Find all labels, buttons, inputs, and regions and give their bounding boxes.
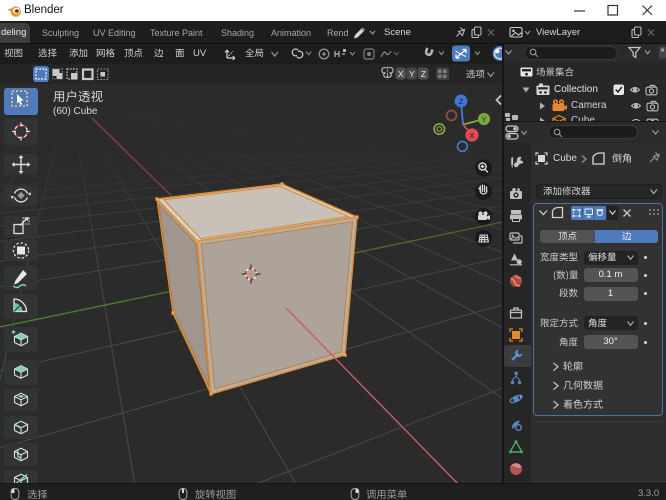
svg-text:Y: Y (409, 69, 415, 79)
svg-text:Y: Y (481, 115, 486, 124)
svg-text:Z: Z (421, 69, 426, 79)
svg-text:X: X (398, 69, 404, 79)
svg-text:X: X (469, 131, 474, 140)
svg-text:Z: Z (459, 97, 464, 106)
